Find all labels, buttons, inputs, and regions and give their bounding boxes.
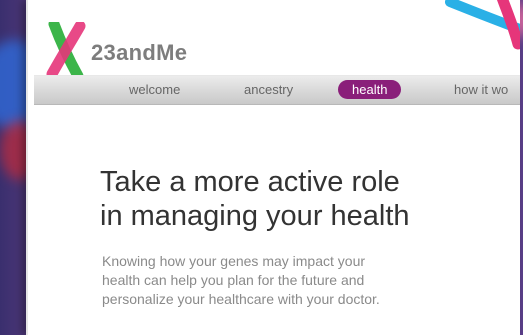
paragraph-line: health can help you plan for the future … xyxy=(102,272,365,288)
paragraph-line: Knowing how your genes may impact your xyxy=(102,253,366,269)
brand-name[interactable]: 23andMe xyxy=(91,40,187,66)
logo-x-icon xyxy=(445,0,520,50)
intro-paragraph: Knowing how your genes may impact your h… xyxy=(102,252,512,309)
headline-line: in managing your health xyxy=(100,200,410,232)
nav-item-ancestry[interactable]: ancestry xyxy=(244,82,293,97)
logo-x-icon[interactable] xyxy=(46,22,86,78)
nav-item-how-it-works[interactable]: how it wo xyxy=(454,82,508,97)
nav-item-health[interactable]: health xyxy=(338,80,402,99)
website-screen: 23andMe welcome ancestry health how it w… xyxy=(26,0,520,335)
site-header: 23andMe welcome ancestry health how it w… xyxy=(28,0,520,110)
headline-line: Take a more active role xyxy=(100,166,400,198)
paragraph-line: personalize your healthcare with your do… xyxy=(102,291,380,307)
main-nav: welcome ancestry health how it wo xyxy=(34,75,520,105)
nav-item-welcome[interactable]: welcome xyxy=(129,82,180,97)
page-headline: Take a more active role in managing your… xyxy=(100,165,520,233)
